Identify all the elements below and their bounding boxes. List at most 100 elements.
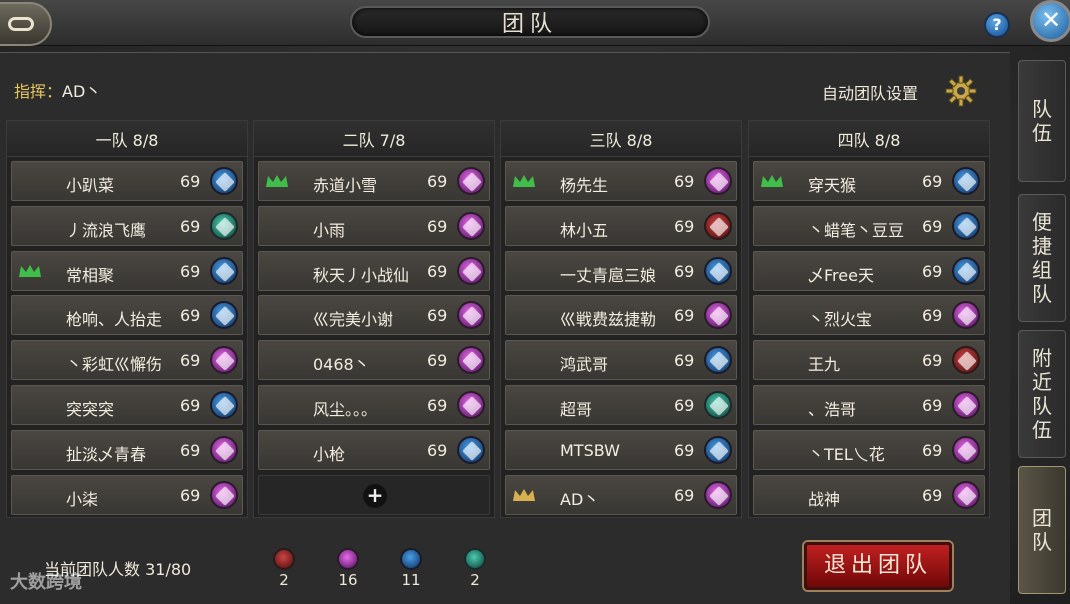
member-level: 69 — [674, 440, 695, 460]
member-slot[interactable]: 丿流浪飞鹰 69 — [11, 205, 243, 246]
side-tab[interactable]: 便捷组队 — [1018, 194, 1066, 322]
back-button[interactable] — [0, 2, 52, 46]
member-name: 小枪 — [313, 444, 346, 464]
member-slot[interactable]: 丶烈火宝 69 — [753, 295, 985, 336]
member-name: 突突突 — [66, 400, 115, 419]
member-slot[interactable]: 杨先生 69 — [505, 161, 737, 201]
member-name: 小柒 — [66, 489, 99, 509]
side-tab-label: 便捷组队 — [1032, 210, 1052, 306]
gunner-class-icon — [210, 301, 238, 330]
gunner-class-icon — [210, 167, 238, 195]
warrior-class-icon — [704, 211, 732, 240]
page-title: 团队 — [350, 6, 710, 38]
member-slot[interactable]: 鸿武哥 69 — [505, 340, 737, 381]
help-button[interactable]: ? — [984, 12, 1010, 38]
side-tab[interactable]: 队伍 — [1018, 60, 1066, 182]
mage-class-icon — [457, 301, 485, 330]
member-slot[interactable]: 秋天丿小战仙 69 — [258, 250, 490, 291]
squad-column: 四队 8/8 穿天猴 69 丶蜡笔丶豆豆 69 乄Free天 69 丶烈火宝 69 王九 69 、浩哥… — [748, 120, 990, 518]
member-level: 69 — [180, 172, 201, 191]
class-count-value: 2 — [279, 571, 289, 589]
member-slot[interactable]: 扯淡乄青春 69 — [11, 429, 243, 470]
member-level: 69 — [674, 396, 695, 415]
side-tab[interactable]: 团队 — [1018, 466, 1066, 594]
member-slot[interactable]: 乄Free天 69 — [753, 250, 985, 291]
squad-header: 三队 8/8 — [501, 121, 741, 157]
member-name: 战神 — [808, 489, 841, 509]
squad-leader-crown-icon — [266, 175, 288, 187]
squad-header: 一队 8/8 — [7, 121, 247, 157]
member-slot[interactable]: 巛完美小谢 69 — [258, 295, 490, 336]
member-slot[interactable]: 巛戦费兹捷勒 69 — [505, 295, 737, 336]
mage-class-icon — [457, 167, 485, 195]
member-slot[interactable]: 0468丶 69 — [258, 340, 490, 381]
member-slot[interactable]: MTSBW 69 — [505, 429, 737, 470]
member-name: 丿流浪飞鹰 — [66, 220, 147, 240]
member-slot[interactable]: AD丶 69 — [505, 474, 737, 515]
member-slot[interactable]: 丶TEL乀花 69 — [753, 429, 985, 470]
member-slot[interactable]: 常相聚 69 — [11, 250, 243, 291]
member-name: 小趴菜 — [66, 176, 115, 195]
member-level: 69 — [922, 216, 943, 236]
member-slot[interactable]: 林小五 69 — [505, 205, 737, 246]
member-slot[interactable]: 、浩哥 69 — [753, 385, 985, 425]
member-slot[interactable]: 赤道小雪 69 — [258, 161, 490, 201]
exit-team-button[interactable]: 退出团队 — [804, 542, 952, 590]
mage-class-icon — [210, 346, 238, 375]
member-slot[interactable]: 小雨 69 — [258, 205, 490, 246]
gear-icon[interactable] — [945, 75, 977, 107]
gunner-class-icon — [704, 435, 732, 464]
member-slot[interactable]: 小趴菜 69 — [11, 161, 243, 201]
member-level: 69 — [922, 351, 943, 371]
side-tab-label: 附近队伍 — [1032, 346, 1052, 442]
member-level: 69 — [922, 485, 943, 505]
auto-team-settings-label[interactable]: 自动团队设置 — [822, 80, 918, 104]
gunner-class-icon — [704, 346, 732, 375]
member-slot[interactable]: 一丈青扈三娘 69 — [505, 250, 737, 291]
member-name: 枪响、人抬走 — [66, 310, 163, 330]
member-slot[interactable]: 枪响、人抬走 69 — [11, 295, 243, 336]
side-tab[interactable]: 附近队伍 — [1018, 330, 1066, 458]
empty-slot[interactable]: + — [258, 474, 490, 515]
member-level: 69 — [922, 440, 943, 460]
class-count-value: 11 — [401, 571, 421, 589]
member-name: 巛完美小谢 — [313, 310, 394, 330]
close-button[interactable]: ✕ — [1030, 0, 1070, 42]
member-slot[interactable]: 风尘。。。 69 — [258, 385, 490, 425]
member-level: 69 — [674, 351, 695, 371]
member-slot[interactable]: 丶彩虹巛懈伤 69 — [11, 340, 243, 381]
member-slot[interactable]: 战神 69 — [753, 474, 985, 515]
mage-class-icon — [952, 480, 980, 509]
commander-info: 指挥：AD丶 — [14, 78, 101, 102]
member-name: 穿天猴 — [808, 176, 857, 195]
member-slot[interactable]: 王九 69 — [753, 340, 985, 381]
member-name: 、浩哥 — [808, 400, 857, 419]
member-level: 69 — [427, 261, 448, 281]
member-level: 69 — [922, 261, 943, 281]
class-count: 2 — [455, 548, 495, 589]
member-name: 小雨 — [313, 220, 346, 240]
member-slot[interactable]: 超哥 69 — [505, 385, 737, 425]
member-level: 69 — [427, 216, 448, 236]
member-level: 69 — [674, 306, 695, 326]
member-name: 常相聚 — [66, 265, 115, 285]
member-slot[interactable]: 穿天猴 69 — [753, 161, 985, 201]
add-member-icon[interactable]: + — [363, 483, 387, 508]
gunner-class-icon — [210, 391, 238, 419]
member-level: 69 — [427, 306, 448, 326]
squad-column: 二队 7/8 赤道小雪 69 小雨 69 秋天丿小战仙 69 巛完美小谢 69 0468丶 69 风尘… — [253, 120, 495, 518]
mage-class-icon — [704, 480, 732, 509]
squad-leader-crown-icon — [513, 175, 535, 187]
member-slot[interactable]: 突突突 69 — [11, 385, 243, 425]
mage-class-icon — [457, 346, 485, 375]
gunner-class-icon — [210, 256, 238, 285]
member-level: 69 — [674, 216, 695, 236]
member-name: 丶烈火宝 — [808, 310, 873, 330]
member-slot[interactable]: 小柒 69 — [11, 474, 243, 515]
mage-class-icon — [457, 256, 485, 285]
member-name: 林小五 — [560, 220, 609, 240]
member-level: 69 — [922, 306, 943, 326]
member-slot[interactable]: 小枪 69 — [258, 429, 490, 470]
gunner-class-icon — [704, 256, 732, 285]
member-slot[interactable]: 丶蜡笔丶豆豆 69 — [753, 205, 985, 246]
